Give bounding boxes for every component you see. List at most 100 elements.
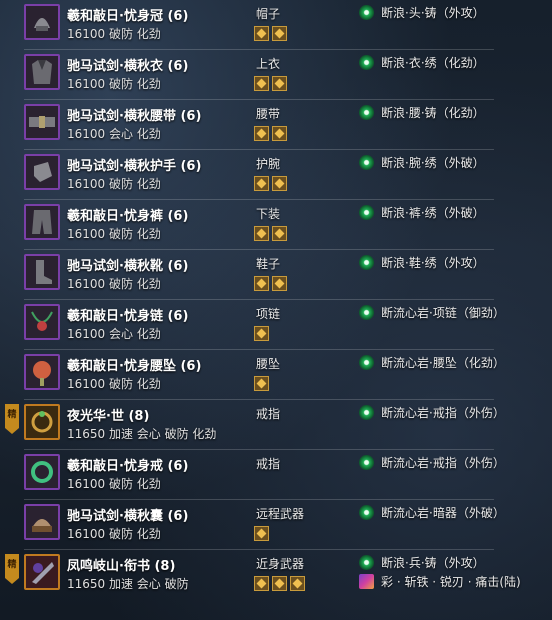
enchant-icon (359, 505, 374, 520)
colored-stone[interactable]: 彩 · 斩铁 · 锐刃 · 痛击(陆) (359, 573, 521, 590)
equipment-row-top[interactable]: 驰马试剑·横秋衣 (6) 16100 破防 化劲 上衣 断浪·衣·绣（化劲） (24, 50, 494, 100)
item-stats: 16100 破防 化劲 (67, 77, 161, 91)
item-slot: 护腕 (256, 157, 281, 171)
item-name: 羲和敲日·忧身冠 (6) (67, 9, 189, 24)
gem-sockets (254, 226, 287, 241)
item-slot: 鞋子 (256, 257, 281, 271)
enchant[interactable]: 断浪·鞋·绣（外攻） (359, 254, 485, 271)
enchant-label: 断流心岩·项链（御劲） (381, 306, 505, 320)
colored-stone-label: 彩 · 斩铁 · 锐刃 · 痛击(陆) (381, 575, 521, 589)
gem-icon[interactable] (254, 76, 269, 91)
gem-sockets (254, 76, 287, 91)
item-name: 驰马试剑·横秋囊 (6) (67, 509, 189, 524)
gem-icon[interactable] (272, 576, 287, 591)
enchant-icon (359, 205, 374, 220)
item-name: 驰马试剑·横秋护手 (6) (67, 159, 202, 174)
equipment-row-ring-1[interactable]: 精 夜光华·世 (8) 11650 加速 会心 破防 化劲 戒指 断流心岩·戒指… (5, 400, 505, 450)
enchant[interactable]: 断浪·头·铸（外攻） (359, 4, 485, 21)
item-slot: 戒指 (256, 407, 281, 421)
item-stats: 16100 破防 化劲 (67, 177, 161, 191)
enchant-icon (359, 155, 374, 170)
enchant[interactable]: 断浪·兵·铸（外攻） (359, 554, 485, 571)
equipment-row-pants[interactable]: 羲和敲日·忧身裤 (6) 16100 破防 化劲 下装 断浪·裤·绣（外破） (24, 200, 494, 250)
gem-icon[interactable] (272, 276, 287, 291)
gem-icon[interactable] (254, 326, 269, 341)
pendant-icon (24, 354, 60, 390)
enchant[interactable]: 断流心岩·项链（御劲） (359, 304, 505, 321)
enchant-label: 断流心岩·暗器（外破） (381, 506, 505, 520)
item-slot: 戒指 (256, 457, 281, 471)
enchant-icon (359, 105, 374, 120)
enchant-label: 断浪·兵·铸（外攻） (381, 556, 485, 570)
boots-icon (24, 254, 60, 290)
equipment-row-belt[interactable]: 驰马试剑·横秋腰带 (6) 16100 会心 化劲 腰带 断浪·腰·铸（化劲） (24, 100, 494, 150)
gem-icon[interactable] (254, 176, 269, 191)
enchant[interactable]: 断流心岩·腰坠（化劲） (359, 354, 505, 371)
gem-icon[interactable] (272, 76, 287, 91)
gem-sockets (254, 376, 269, 391)
ring-orange-icon (24, 404, 60, 440)
quiver-icon (24, 504, 60, 540)
item-stats: 16100 破防 化劲 (67, 477, 161, 491)
enchant[interactable]: 断流心岩·戒指（外伤） (359, 404, 505, 421)
equipment-list: 羲和敲日·忧身冠 (6) 16100 破防 化劲 帽子 断浪·头·铸（外攻） 驰… (0, 0, 552, 599)
equipment-row-hat[interactable]: 羲和敲日·忧身冠 (6) 16100 破防 化劲 帽子 断浪·头·铸（外攻） (24, 0, 494, 50)
gem-icon[interactable] (272, 226, 287, 241)
gem-sockets (254, 126, 287, 141)
gem-icon[interactable] (272, 126, 287, 141)
equipment-row-necklace[interactable]: 羲和敲日·忧身链 (6) 16100 会心 化劲 项链 断流心岩·项链（御劲） (24, 300, 505, 350)
enchant-icon (359, 405, 374, 420)
gem-icon[interactable] (254, 276, 269, 291)
gem-icon[interactable] (254, 226, 269, 241)
enchant-label: 断浪·腕·绣（外破） (381, 156, 485, 170)
gem-sockets (254, 326, 269, 341)
item-stats: 16100 破防 化劲 (67, 377, 161, 391)
item-slot: 上衣 (256, 57, 281, 71)
item-stats: 16100 破防 化劲 (67, 527, 161, 541)
item-slot: 腰坠 (256, 357, 281, 371)
enchant-label: 断流心岩·戒指（外伤） (381, 406, 505, 420)
weapon-icon (24, 554, 60, 590)
item-name: 羲和敲日·忧身链 (6) (67, 309, 189, 324)
gem-sockets (254, 276, 287, 291)
gem-sockets (254, 26, 287, 41)
item-name: 羲和敲日·忧身腰坠 (6) (67, 359, 202, 374)
enchant-label: 断浪·腰·铸（化劲） (381, 106, 485, 120)
refine-badge: 精 (5, 404, 19, 434)
equipment-row-ranged[interactable]: 驰马试剑·横秋囊 (6) 16100 破防 化劲 远程武器 断流心岩·暗器（外破… (24, 500, 505, 550)
equipment-row-ring-2[interactable]: 羲和敲日·忧身戒 (6) 16100 破防 化劲 戒指 断流心岩·戒指（外伤） (24, 450, 505, 500)
helmet-icon (24, 4, 60, 40)
gem-icon[interactable] (254, 376, 269, 391)
enchant[interactable]: 断流心岩·戒指（外伤） (359, 454, 505, 471)
gem-icon[interactable] (254, 576, 269, 591)
item-slot: 腰带 (256, 107, 281, 121)
ring-icon (24, 454, 60, 490)
enchant[interactable]: 断流心岩·暗器（外破） (359, 504, 505, 521)
gem-icon[interactable] (272, 176, 287, 191)
item-slot: 下装 (256, 207, 281, 221)
enchant[interactable]: 断浪·裤·绣（外破） (359, 204, 485, 221)
enchant-icon (359, 55, 374, 70)
enchant[interactable]: 断浪·腰·铸（化劲） (359, 104, 485, 121)
gem-icon[interactable] (272, 26, 287, 41)
enchant-label: 断浪·头·铸（外攻） (381, 6, 485, 20)
equipment-row-pendant[interactable]: 羲和敲日·忧身腰坠 (6) 16100 破防 化劲 腰坠 断流心岩·腰坠（化劲） (24, 350, 505, 400)
gem-icon[interactable] (254, 126, 269, 141)
gem-icon[interactable] (290, 576, 305, 591)
item-name: 凤鸣岐山·衔书 (8) (67, 559, 176, 574)
equipment-row-melee[interactable]: 精 凤鸣岐山·衔书 (8) 11650 加速 会心 破防 近身武器 断浪·兵·铸… (5, 550, 521, 599)
necklace-icon (24, 304, 60, 340)
equipment-row-shoes[interactable]: 驰马试剑·横秋靴 (6) 16100 破防 化劲 鞋子 断浪·鞋·绣（外攻） (24, 250, 494, 300)
gem-icon[interactable] (254, 526, 269, 541)
enchant[interactable]: 断浪·腕·绣（外破） (359, 154, 485, 171)
item-stats: 16100 会心 化劲 (67, 327, 161, 341)
enchant-label: 断浪·裤·绣（外破） (381, 206, 485, 220)
enchant-icon (359, 255, 374, 270)
gem-sockets (254, 526, 269, 541)
gem-sockets (254, 576, 305, 591)
item-slot: 远程武器 (256, 507, 305, 521)
enchant[interactable]: 断浪·衣·绣（化劲） (359, 54, 485, 71)
equipment-row-bracer[interactable]: 驰马试剑·横秋护手 (6) 16100 破防 化劲 护腕 断浪·腕·绣（外破） (24, 150, 494, 200)
refine-badge: 精 (5, 554, 19, 584)
gem-icon[interactable] (254, 26, 269, 41)
